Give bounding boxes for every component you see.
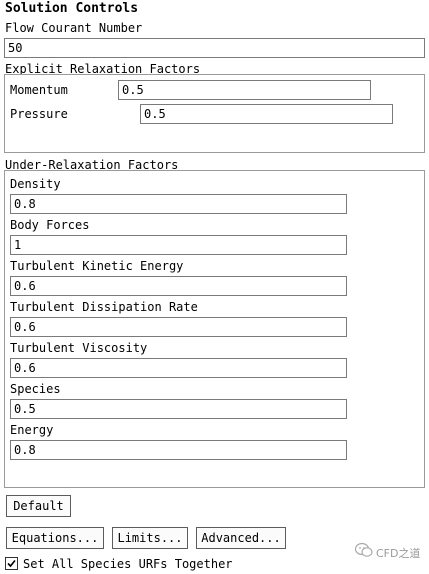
species-urfs-checkbox[interactable] (5, 557, 18, 570)
limits-button[interactable]: Limits... (112, 527, 188, 549)
species-input[interactable]: 0.5 (10, 399, 347, 419)
energy-input[interactable]: 0.8 (10, 440, 347, 460)
pressure-label: Pressure (10, 107, 68, 121)
panel-title: Solution Controls (5, 1, 139, 16)
equations-button[interactable]: Equations... (6, 527, 104, 549)
explicit-relaxation-group: Momentum 0.5 Pressure 0.5 (4, 74, 425, 153)
species-urfs-label: Set All Species URFs Together (23, 557, 233, 571)
default-button[interactable]: Default (6, 495, 71, 517)
energy-label: Energy (10, 423, 54, 437)
flow-courant-input[interactable]: 50 (4, 38, 425, 58)
under-relaxation-group: Density 0.8 Body Forces 1 Turbulent Kine… (4, 170, 425, 488)
wechat-logo-icon (354, 542, 373, 558)
turbulent-dissipation-rate-input[interactable]: 0.6 (10, 317, 347, 337)
body-forces-input[interactable]: 1 (10, 235, 347, 255)
turbulent-viscosity-input[interactable]: 0.6 (10, 358, 347, 378)
density-label: Density (10, 177, 61, 191)
density-input[interactable]: 0.8 (10, 194, 347, 214)
body-forces-label: Body Forces (10, 218, 90, 232)
turbulent-kinetic-energy-input[interactable]: 0.6 (10, 276, 347, 296)
checkmark-icon (7, 559, 16, 568)
watermark-text: CFD之道 (376, 547, 421, 560)
momentum-input[interactable]: 0.5 (118, 80, 371, 100)
flow-courant-label: Flow Courant Number (5, 21, 143, 35)
species-label: Species (10, 382, 61, 396)
advanced-button[interactable]: Advanced... (196, 527, 286, 549)
turbulent-kinetic-energy-label: Turbulent Kinetic Energy (10, 259, 184, 273)
momentum-label: Momentum (10, 83, 68, 97)
turbulent-dissipation-rate-label: Turbulent Dissipation Rate (10, 300, 198, 314)
pressure-input[interactable]: 0.5 (140, 104, 393, 124)
turbulent-viscosity-label: Turbulent Viscosity (10, 341, 148, 355)
